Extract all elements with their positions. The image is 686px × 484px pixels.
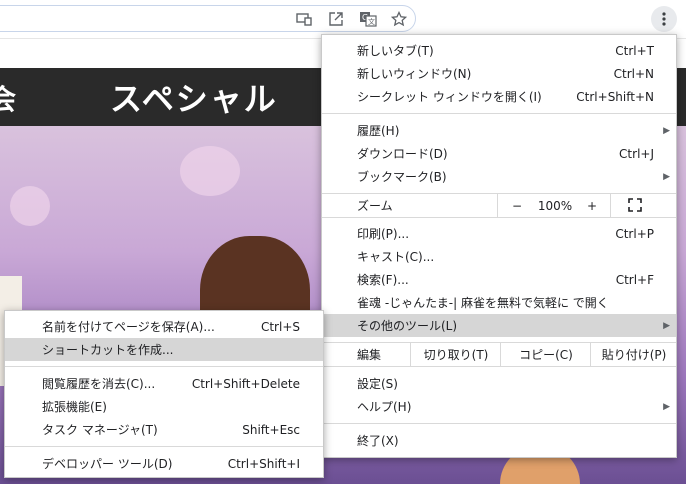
zoom-out-button[interactable]: −	[498, 194, 536, 217]
browser-toolbar: G文	[0, 0, 686, 38]
submenu-item-save-page[interactable]: 名前を付けてページを保存(A)... Ctrl+S	[5, 315, 323, 338]
zoom-in-button[interactable]: +	[574, 194, 610, 217]
menu-item-label: 名前を付けてページを保存(A)...	[42, 320, 215, 334]
open-in-app-icon[interactable]	[326, 9, 346, 29]
menu-item-label: 履歴(H)	[357, 124, 400, 138]
paste-button[interactable]: 貼り付け(P)	[590, 343, 677, 366]
menu-separator	[322, 217, 676, 218]
address-bar[interactable]	[0, 5, 416, 32]
svg-text:文: 文	[368, 17, 375, 26]
menu-item-new-tab[interactable]: 新しいタブ(T) Ctrl+T	[322, 39, 676, 62]
menu-item-print[interactable]: 印刷(P)... Ctrl+P	[322, 222, 676, 245]
menu-item-shortcut: Ctrl+J	[619, 146, 654, 161]
menu-item-find[interactable]: 検索(F)... Ctrl+F	[322, 268, 676, 291]
menu-item-shortcut: Shift+Esc	[242, 422, 300, 437]
menu-item-shortcut: Ctrl+N	[613, 66, 654, 81]
menu-item-shortcut: Ctrl+P	[615, 226, 654, 241]
bookmark-star-icon[interactable]	[389, 9, 409, 29]
menu-item-new-window[interactable]: 新しいウィンドウ(N) Ctrl+N	[322, 62, 676, 85]
menu-item-label: キャスト(C)...	[357, 250, 435, 264]
menu-item-shortcut: Ctrl+Shift+N	[576, 89, 654, 104]
menu-item-label: 検索(F)...	[357, 273, 409, 287]
submenu-arrow-icon: ▶	[663, 401, 670, 412]
submenu-item-developer-tools[interactable]: デベロッパー ツール(D) Ctrl+Shift+I	[5, 452, 323, 475]
menu-item-label: 終了(X)	[357, 434, 399, 448]
zoom-level: 100%	[537, 198, 573, 213]
more-tools-submenu: 名前を付けてページを保存(A)... Ctrl+S ショートカットを作成... …	[4, 310, 324, 478]
submenu-item-task-manager[interactable]: タスク マネージャ(T) Shift+Esc	[5, 418, 323, 441]
menu-item-shortcut: Ctrl+T	[615, 43, 654, 58]
menu-item-label: ズーム	[357, 199, 393, 213]
menu-item-label: その他のツール(L)	[357, 319, 458, 333]
menu-item-open-in-app[interactable]: 雀魂 -じゃんたま-| 麻雀を無料で気軽に で開く	[322, 291, 676, 314]
submenu-arrow-icon: ▶	[663, 125, 670, 136]
translate-icon[interactable]: G文	[358, 9, 378, 29]
menu-separator	[322, 113, 676, 114]
menu-item-exit[interactable]: 終了(X)	[322, 429, 676, 452]
menu-item-shortcut: Ctrl+F	[615, 272, 654, 287]
menu-item-label: 雀魂 -じゃんたま-| 麻雀を無料で気軽に で開く	[357, 296, 609, 310]
menu-item-edit: 編集 切り取り(T) コピー(C) 貼り付け(P)	[322, 343, 676, 366]
menu-item-label: 閲覧履歴を消去(C)...	[42, 377, 156, 391]
menu-item-shortcut: Ctrl+S	[260, 319, 300, 334]
menu-item-label: 設定(S)	[357, 377, 398, 391]
menu-item-label: 印刷(P)...	[357, 227, 410, 241]
banner-left-text: 会	[0, 83, 17, 116]
menu-item-label: 新しいウィンドウ(N)	[357, 67, 472, 81]
submenu-item-clear-browsing-data[interactable]: 閲覧履歴を消去(C)... Ctrl+Shift+Delete	[5, 372, 323, 395]
menu-item-cast[interactable]: キャスト(C)...	[322, 245, 676, 268]
menu-item-label: 拡張機能(E)	[42, 400, 107, 414]
menu-separator	[5, 366, 323, 367]
menu-item-label: 新しいタブ(T)	[357, 44, 434, 58]
menu-item-label: シークレット ウィンドウを開く(I)	[357, 90, 542, 104]
menu-item-bookmarks[interactable]: ブックマーク(B) ▶	[322, 165, 676, 188]
menu-item-label: ヘルプ(H)	[357, 400, 412, 414]
menu-item-settings[interactable]: 設定(S)	[322, 372, 676, 395]
menu-item-label: 編集	[357, 348, 382, 362]
submenu-arrow-icon: ▶	[663, 171, 670, 182]
blossom-decoration	[180, 146, 240, 196]
menu-item-label: ダウンロード(D)	[357, 147, 448, 161]
blossom-decoration	[10, 186, 50, 226]
menu-item-downloads[interactable]: ダウンロード(D) Ctrl+J	[322, 142, 676, 165]
menu-item-label: タスク マネージャ(T)	[42, 423, 158, 437]
zoom-divider	[610, 194, 611, 217]
submenu-item-create-shortcut[interactable]: ショートカットを作成...	[5, 338, 323, 361]
chrome-main-menu: 新しいタブ(T) Ctrl+T 新しいウィンドウ(N) Ctrl+N シークレッ…	[321, 34, 677, 458]
menu-item-label: デベロッパー ツール(D)	[42, 457, 173, 471]
menu-separator	[322, 366, 676, 367]
banner-title: スペシャル	[110, 80, 278, 118]
menu-item-shortcut: Ctrl+Shift+Delete	[191, 376, 300, 391]
menu-item-help[interactable]: ヘルプ(H) ▶	[322, 395, 676, 418]
menu-item-more-tools[interactable]: その他のツール(L) ▶	[322, 314, 676, 337]
menu-item-label: ブックマーク(B)	[357, 170, 447, 184]
cast-icon[interactable]	[294, 9, 314, 29]
menu-separator	[5, 446, 323, 447]
menu-item-label: ショートカットを作成...	[42, 343, 174, 357]
copy-button[interactable]: コピー(C)	[500, 343, 591, 366]
more-menu-icon[interactable]	[651, 6, 677, 32]
submenu-item-extensions[interactable]: 拡張機能(E)	[5, 395, 323, 418]
menu-item-history[interactable]: 履歴(H) ▶	[322, 119, 676, 142]
menu-item-incognito[interactable]: シークレット ウィンドウを開く(I) Ctrl+Shift+N	[322, 85, 676, 108]
menu-separator	[322, 423, 676, 424]
fullscreen-icon[interactable]	[628, 198, 642, 215]
menu-item-shortcut: Ctrl+Shift+I	[227, 456, 300, 471]
cut-button[interactable]: 切り取り(T)	[410, 343, 501, 366]
submenu-arrow-icon: ▶	[663, 320, 670, 331]
menu-item-zoom: ズーム − 100% +	[322, 194, 676, 217]
